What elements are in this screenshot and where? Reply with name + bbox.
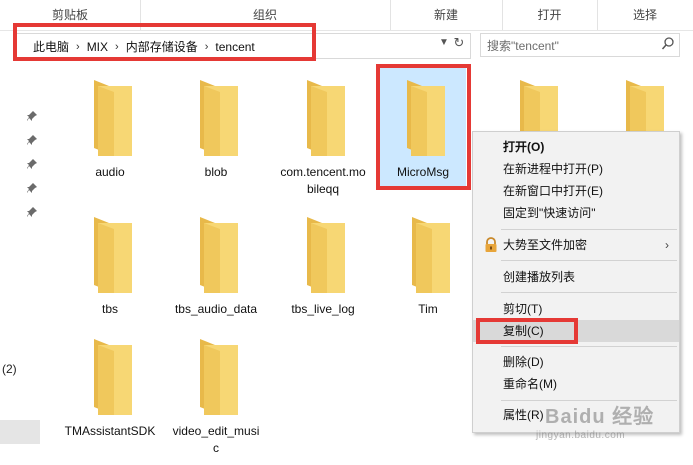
menu-item-label: 在新窗口中打开(E) <box>503 184 603 198</box>
pin-icon[interactable] <box>26 110 38 122</box>
folder-item-mobileqq[interactable]: com.tencent.mobileqq <box>275 76 371 198</box>
menu-item-create-playlist[interactable]: 创建播放列表 <box>473 266 679 288</box>
pin-icon[interactable] <box>26 134 38 146</box>
folder-label: Tim <box>418 302 438 316</box>
folder-item-audio[interactable]: audio <box>62 76 158 181</box>
folder-icon <box>94 80 132 156</box>
refresh-icon[interactable]: ↻ <box>452 35 466 51</box>
menu-separator <box>501 229 677 230</box>
folder-label: blob <box>204 165 228 179</box>
menu-item-label: 打开(O) <box>503 140 545 154</box>
menu-separator <box>501 292 677 293</box>
folder-icon <box>94 217 132 293</box>
menu-item-label: 大势至文件加密 <box>503 238 588 252</box>
folder-item-video-edit-music[interactable]: video_edit_music <box>168 335 264 457</box>
menu-separator <box>501 346 677 347</box>
menu-item-label: 属性(R) <box>503 408 544 422</box>
folder-label: TMAssistantSDK <box>64 424 156 438</box>
menu-item-cut[interactable]: 剪切(T) <box>473 298 679 320</box>
menu-item-open[interactable]: 打开(O) <box>473 136 679 158</box>
folder-label: tbs_audio_data <box>174 302 258 316</box>
menu-separator <box>501 260 677 261</box>
context-menu: 打开(O) 在新进程中打开(P) 在新窗口中打开(E) 固定到"快速访问" 大势… <box>472 131 680 433</box>
folder-item-tim[interactable]: Tim <box>380 213 476 318</box>
menu-item-delete[interactable]: 删除(D) <box>473 351 679 373</box>
folder-item-tmassistantsdk[interactable]: TMAssistantSDK <box>62 335 158 440</box>
menu-item-label: 创建播放列表 <box>503 270 576 284</box>
folder-item-tbs-audio-data[interactable]: tbs_audio_data <box>168 213 264 318</box>
folder-item-tbs[interactable]: tbs <box>62 213 158 318</box>
folder-label: tbs <box>101 302 118 316</box>
search-box[interactable]: 搜索"tencent" <box>480 33 680 57</box>
lock-icon <box>485 237 497 252</box>
folder-icon <box>94 339 132 415</box>
address-highlight-box <box>13 23 316 61</box>
menu-item-label: 剪切(T) <box>503 302 543 316</box>
folder-icon <box>200 80 238 156</box>
folder-item-tbs-live-log[interactable]: tbs_live_log <box>275 213 371 318</box>
folder-item-blob[interactable]: blob <box>168 76 264 181</box>
pin-icon[interactable] <box>26 182 38 194</box>
nav-item-selected[interactable] <box>0 420 40 444</box>
watermark: Baidu 经验 <box>545 406 655 428</box>
menu-item-rename[interactable]: 重命名(M) <box>473 373 679 395</box>
menu-item-label: 在新进程中打开(P) <box>503 162 603 176</box>
menu-item-label: 重命名(M) <box>503 377 557 391</box>
navigation-pane: (2) <box>0 62 42 465</box>
folder-label: com.tencent.mobileqq <box>280 165 366 196</box>
search-icon[interactable] <box>661 36 675 52</box>
chevron-down-icon[interactable]: ▼ <box>438 37 450 49</box>
ribbon-group-open[interactable]: 打开 <box>502 0 598 30</box>
chevron-right-icon: › <box>665 238 669 252</box>
menu-item-encrypt[interactable]: 大势至文件加密 › <box>473 234 679 256</box>
search-input[interactable]: 搜索"tencent" <box>487 37 559 54</box>
menu-item-open-new-process[interactable]: 在新进程中打开(P) <box>473 158 679 180</box>
folder-icon <box>200 217 238 293</box>
menu-item-label: 删除(D) <box>503 355 544 369</box>
folder-icon <box>412 217 450 293</box>
copy-highlight-box <box>476 318 578 344</box>
pin-icon[interactable] <box>26 158 38 170</box>
ribbon-group-new[interactable]: 新建 <box>390 0 503 30</box>
folder-icon <box>307 80 345 156</box>
folder-label: video_edit_music <box>172 424 260 455</box>
menu-item-open-new-window[interactable]: 在新窗口中打开(E) <box>473 180 679 202</box>
folder-label: audio <box>95 165 125 179</box>
ribbon-group-select[interactable]: 选择 <box>597 0 693 30</box>
pin-icon[interactable] <box>26 206 38 218</box>
watermark-url: jingyan.baidu.com <box>536 430 626 441</box>
folder-highlight-box <box>376 64 471 190</box>
folder-icon <box>200 339 238 415</box>
menu-item-label: 固定到"快速访问" <box>503 206 596 220</box>
nav-item-count[interactable]: (2) <box>2 362 17 376</box>
folder-icon <box>307 217 345 293</box>
menu-item-pin-quick-access[interactable]: 固定到"快速访问" <box>473 202 679 224</box>
folder-label: tbs_live_log <box>291 302 355 316</box>
